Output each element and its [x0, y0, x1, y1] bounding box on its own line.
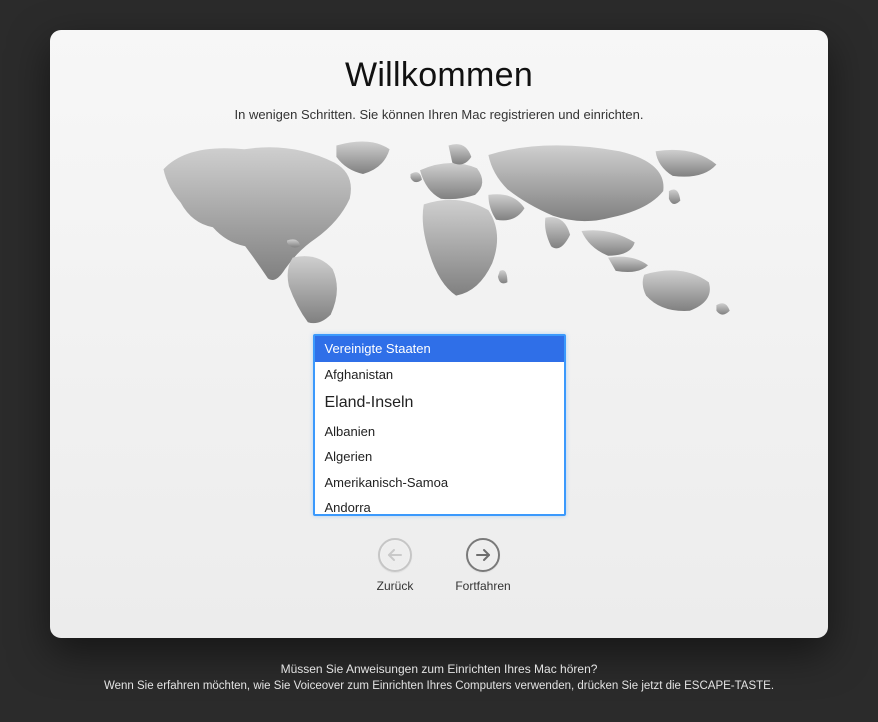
nav-buttons: Zurück Fortfahren: [365, 538, 513, 593]
setup-panel: Willkommen In wenigen Schritten. Sie kön…: [50, 30, 828, 638]
country-item[interactable]: Eland-Inseln: [315, 387, 564, 419]
arrow-left-icon: [378, 538, 412, 572]
continue-label: Fortfahren: [455, 579, 510, 593]
world-map-image: [119, 136, 759, 326]
country-item[interactable]: Afghanistan: [315, 362, 564, 388]
voiceover-hint-line1: Müssen Sie Anweisungen zum Einrichten Ih…: [20, 660, 858, 678]
page-title: Willkommen: [345, 56, 533, 95]
back-label: Zurück: [377, 579, 414, 593]
country-item[interactable]: Algerien: [315, 444, 564, 470]
page-subtitle: In wenigen Schritten. Sie können Ihren M…: [234, 107, 643, 122]
country-item[interactable]: Vereinigte Staaten: [315, 336, 564, 362]
country-item[interactable]: Amerikanisch-Samoa: [315, 470, 564, 496]
voiceover-hint-line2: Wenn Sie erfahren möchten, wie Sie Voice…: [20, 678, 858, 695]
continue-button[interactable]: Fortfahren: [453, 538, 513, 593]
voiceover-hint: Müssen Sie Anweisungen zum Einrichten Ih…: [0, 660, 878, 695]
country-listbox[interactable]: Vereinigte StaatenAfghanistanEland-Insel…: [313, 334, 566, 516]
back-button[interactable]: Zurück: [365, 538, 425, 593]
country-item[interactable]: Andorra: [315, 495, 564, 516]
arrow-right-icon: [466, 538, 500, 572]
country-item[interactable]: Albanien: [315, 419, 564, 445]
